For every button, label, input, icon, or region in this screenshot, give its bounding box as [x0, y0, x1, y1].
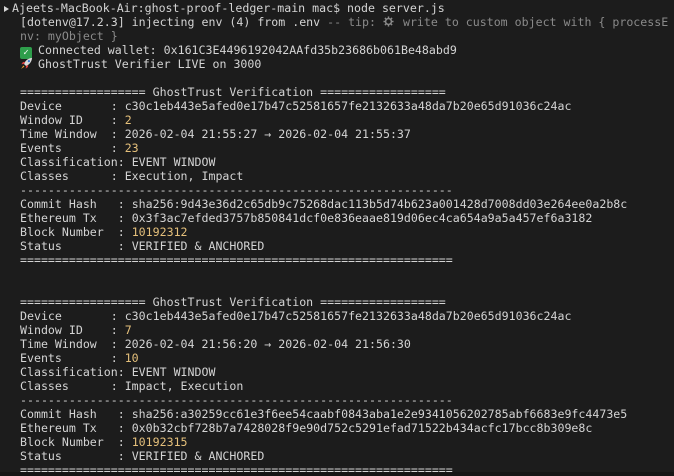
events-label: Events : [20, 141, 125, 155]
dotenv-line: [dotenv@17.2.3] injecting env (4) from .… [0, 15, 674, 29]
verifier-live-text: GhostTrust Verifier LIVE on 3000 [38, 57, 262, 71]
classes-label: Classes : [20, 379, 125, 393]
classes-value: Execution, Impact [124, 169, 244, 183]
device-row: Device : c30c1eb443e5afed0e17b47c5258165… [0, 99, 674, 113]
classification-label: Classification: [20, 365, 132, 379]
classification-label: Classification: [20, 155, 132, 169]
classes-label: Classes : [20, 169, 125, 183]
window-id-row: Window ID : 2 [0, 113, 674, 127]
device-row: Device : c30c1eb443e5afed0e17b47c5258165… [0, 309, 674, 323]
events-row: Events : 23 [0, 141, 674, 155]
verification-header: ================== GhostTrust Verificati… [20, 85, 446, 99]
window-id-label: Window ID : [20, 113, 125, 127]
device-label: Device : [20, 309, 125, 323]
status-row: Status : VERIFIED & ANCHORED [0, 239, 674, 253]
dotenv-tip-continued: nv: myObject } [20, 29, 118, 43]
ethereum-tx-label: Ethereum Tx : [20, 421, 132, 435]
classification-row: Classification: EVENT WINDOW [0, 365, 674, 379]
prompt-text: Ajeets-MacBook-Air:ghost-proof-ledger-ma… [12, 1, 341, 15]
window-id-row: Window ID : 7 [0, 323, 674, 337]
block-number-value: 10192315 [131, 435, 188, 449]
time-window-value: 2026-02-04 21:55:27 → 2026-02-04 21:55:3… [124, 127, 411, 141]
verification-header: ================== GhostTrust Verificati… [20, 295, 446, 309]
divider-line: ----------------------------------------… [20, 393, 453, 407]
time-window-label: Time Window : [20, 127, 125, 141]
window-id-value: 7 [124, 323, 132, 337]
time-window-row: Time Window : 2026-02-04 21:55:27 → 2026… [0, 127, 674, 141]
block-number-label: Block Number : [20, 435, 132, 449]
classes-row: Classes : Execution, Impact [0, 169, 674, 183]
status-value: VERIFIED & ANCHORED [131, 449, 265, 463]
classes-value: Impact, Execution [124, 379, 244, 393]
device-value: c30c1eb443e5afed0e17b47c52581657fe213263… [124, 99, 572, 113]
connected-wallet-line: ✓ Connected wallet: 0x161C3E4496192042AAf… [0, 43, 674, 59]
terminal-window[interactable]: Ajeets-MacBook-Air:ghost-proof-ledger-ma… [0, 0, 674, 476]
window-id-value: 2 [124, 113, 132, 127]
ethereum-tx-row: Ethereum Tx : 0x0b32cbf728b7a7428028f9e9… [0, 421, 674, 435]
block-number-value: 10192312 [131, 225, 188, 239]
commit-hash-row: Commit Hash : sha256:9d43e36d2c65db9c752… [0, 197, 674, 211]
ethereum-tx-row: Ethereum Tx : 0x3f3ac7efded3757b850841dc… [0, 211, 674, 225]
gear-icon [383, 16, 394, 27]
events-value: 23 [124, 141, 139, 155]
block-number-row: Block Number : 10192315 [0, 435, 674, 449]
prompt-line: Ajeets-MacBook-Air:ghost-proof-ledger-ma… [0, 1, 674, 15]
verification-footer: ========================================… [20, 253, 453, 267]
device-value: c30c1eb443e5afed0e17b47c52581657fe213263… [124, 309, 572, 323]
verifier-live-line: GhostTrust Verifier LIVE on 3000 [0, 57, 674, 71]
time-window-value: 2026-02-04 21:56:20 → 2026-02-04 21:56:3… [124, 337, 411, 351]
status-value: VERIFIED & ANCHORED [131, 239, 265, 253]
time-window-label: Time Window : [20, 337, 125, 351]
classification-row: Classification: EVENT WINDOW [0, 155, 674, 169]
device-label: Device : [20, 99, 125, 113]
rocket-icon [21, 57, 33, 69]
time-window-row: Time Window : 2026-02-04 21:56:20 → 2026… [0, 337, 674, 351]
events-value: 10 [124, 351, 139, 365]
commit-hash-label: Commit Hash : [20, 197, 132, 211]
terminal-bottom-edge [0, 472, 674, 476]
commit-hash-label: Commit Hash : [20, 407, 132, 421]
block-number-label: Block Number : [20, 225, 132, 239]
status-row: Status : VERIFIED & ANCHORED [0, 449, 674, 463]
status-label: Status : [20, 239, 132, 253]
ethereum-tx-label: Ethereum Tx : [20, 211, 132, 225]
commit-hash-value: sha256:9d43e36d2c65db9c75268dac113b5d74b… [131, 197, 628, 211]
divider-line: ----------------------------------------… [20, 183, 453, 197]
events-label: Events : [20, 351, 125, 365]
dotenv-tip-prefix: -- tip: [320, 15, 383, 29]
window-id-label: Window ID : [20, 323, 125, 337]
prompt-caret-icon [4, 5, 9, 12]
commit-hash-row: Commit Hash : sha256:a30259cc61e3f6ee54c… [0, 407, 674, 421]
classification-value: EVENT WINDOW [131, 155, 216, 169]
dotenv-tip-text: write to custom object with { processE [395, 15, 669, 29]
connected-wallet-text: Connected wallet: 0x161C3E4496192042AAfd… [38, 43, 457, 57]
classification-value: EVENT WINDOW [131, 365, 216, 379]
status-label: Status : [20, 449, 132, 463]
command-text: node server.js [347, 1, 445, 15]
classes-row: Classes : Impact, Execution [0, 379, 674, 393]
events-row: Events : 10 [0, 351, 674, 365]
block-number-row: Block Number : 10192312 [0, 225, 674, 239]
dotenv-prefix: [dotenv@17.2.3] injecting env (4) from .… [20, 15, 321, 29]
commit-hash-value: sha256:a30259cc61e3f6ee54caabf0843aba1e2… [131, 407, 628, 421]
ethereum-tx-value: 0x0b32cbf728b7a7428028f9e90d752c5291efad… [131, 421, 593, 435]
ethereum-tx-value: 0x3f3ac7efded3757b850841dcf0e836eaae819d… [131, 211, 593, 225]
